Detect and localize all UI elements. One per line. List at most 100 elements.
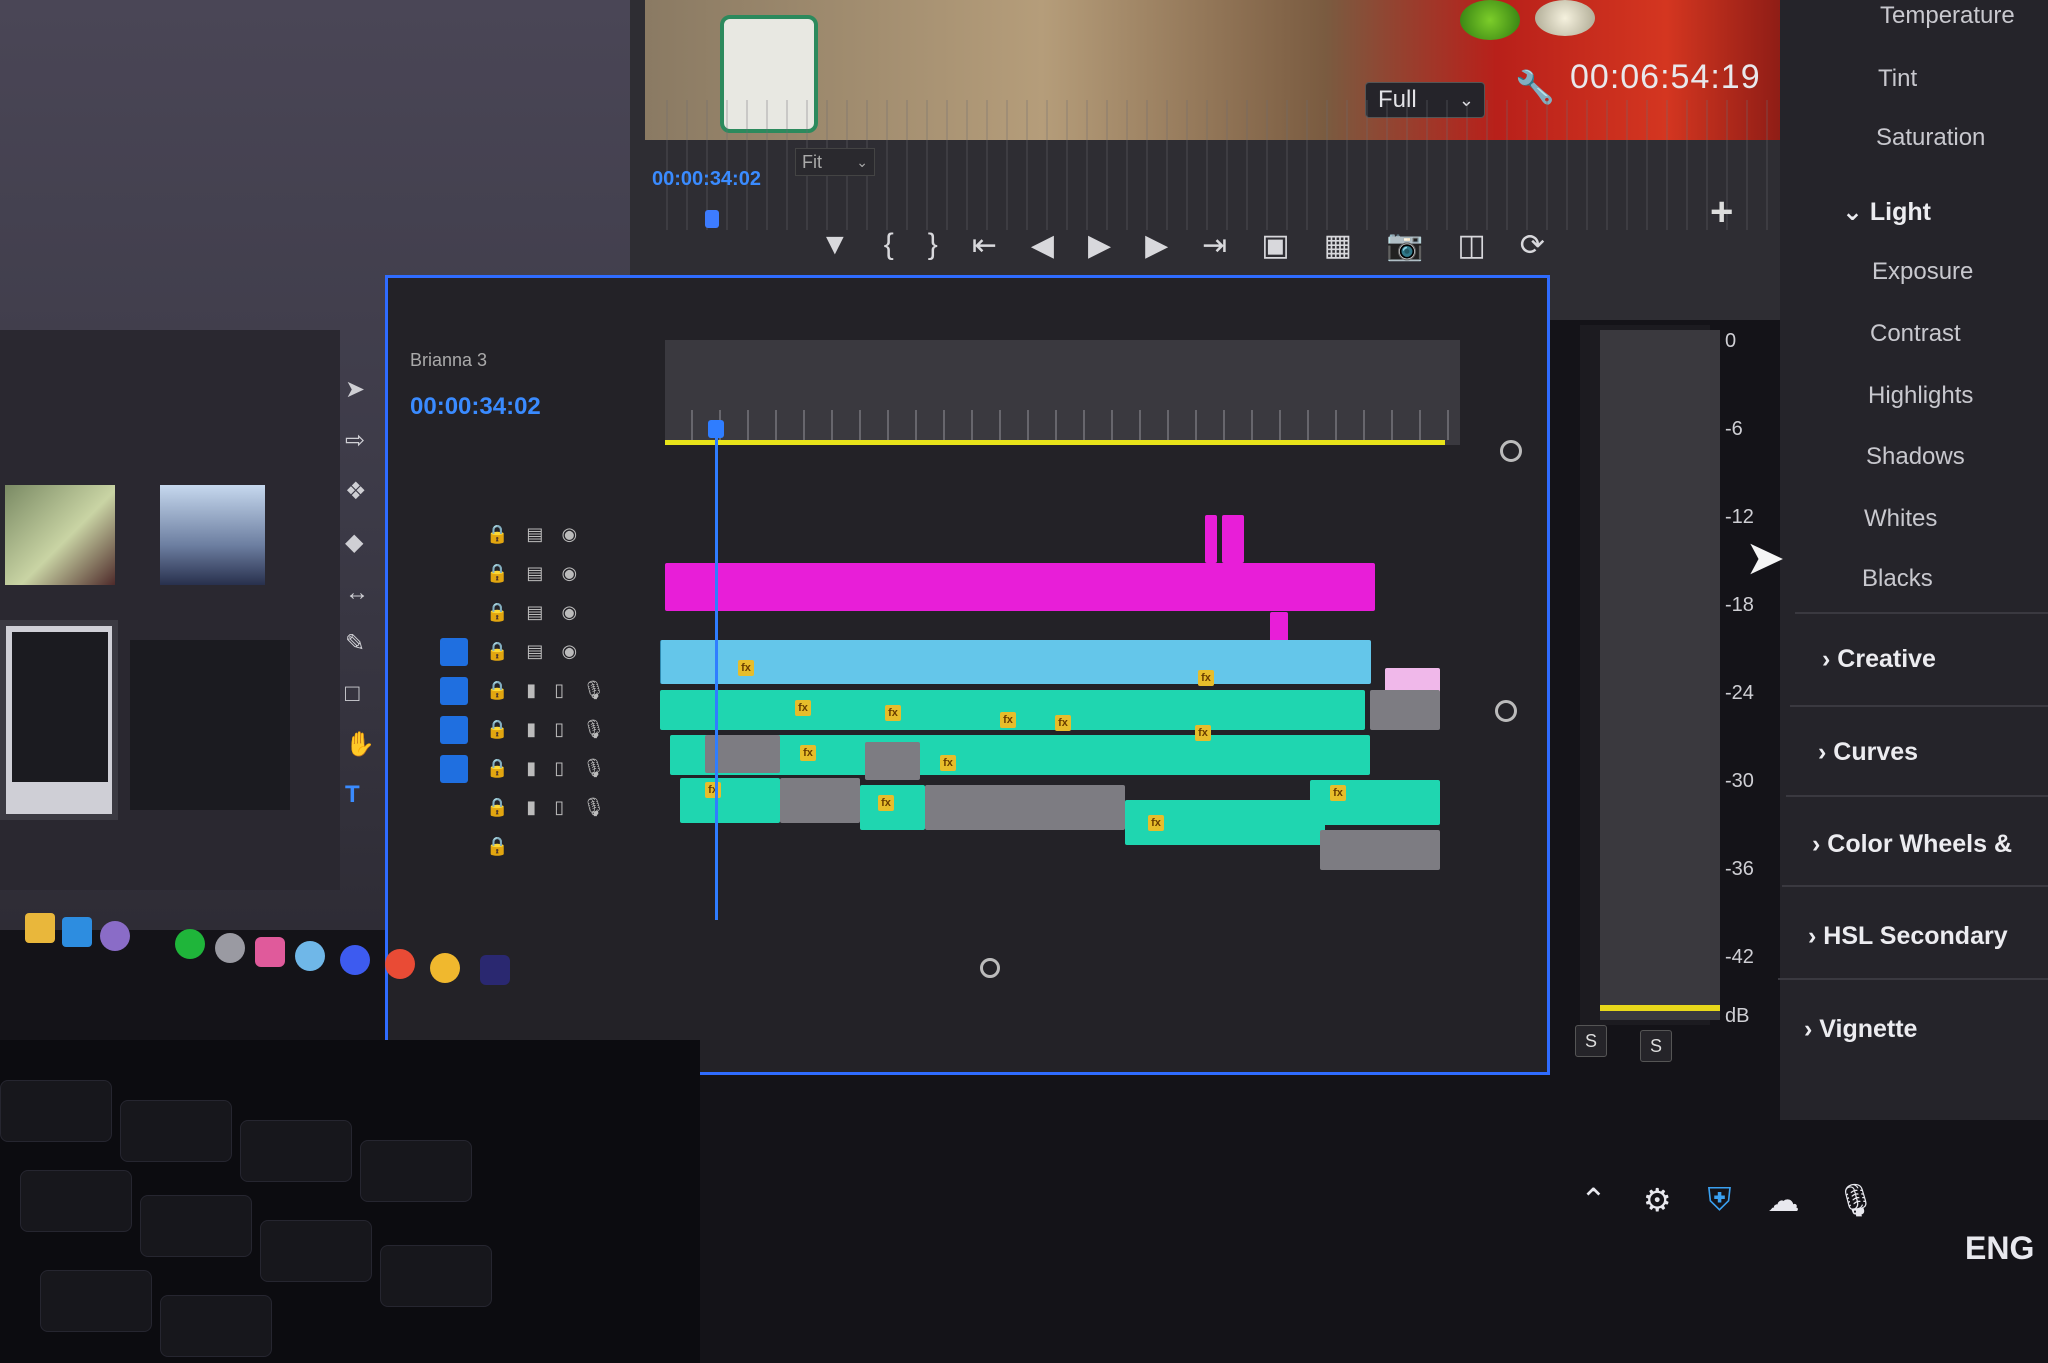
work-area-bar[interactable] [665,440,1445,445]
add-marker-icon[interactable]: ▼ [820,228,850,262]
compare-icon[interactable]: ◫ [1457,228,1485,263]
add-icon[interactable]: + [1710,190,1733,235]
eye-icon[interactable]: ◉ [561,602,577,623]
sequence-timecode[interactable]: 00:00:34:02 [410,393,541,421]
lumetri-color-wheels-section[interactable]: › Color Wheels & [1812,830,2012,859]
step-forward-icon[interactable]: ▶ [1145,228,1168,263]
file-explorer-icon[interactable] [25,913,55,943]
zoom-level-select[interactable]: Fit ⌄ [795,148,875,176]
track-select-icon[interactable]: ⇨ [345,426,375,455]
microphone-icon[interactable]: 🎙 [582,758,605,779]
scroll-handle[interactable] [1495,700,1517,722]
graphic-clip[interactable] [665,563,1375,611]
lumetri-exposure[interactable]: Exposure [1872,258,1973,286]
sync-icon[interactable]: ▤ [526,602,543,623]
loop-icon[interactable]: ⟳ [1520,228,1545,263]
lumetri-highlights[interactable]: Highlights [1868,382,1973,410]
lock-icon[interactable]: 🔒 [486,524,508,545]
media-thumbnail[interactable] [0,620,118,820]
type-tool-icon[interactable]: T [345,781,375,809]
mute-icon[interactable]: ▮ [526,797,536,818]
lift-icon[interactable]: ▣ [1261,228,1289,263]
steam-icon[interactable] [295,941,325,971]
chrome-icon[interactable] [385,949,415,979]
lumetri-vignette-section[interactable]: › Vignette [1804,1015,1917,1044]
lumetri-saturation[interactable]: Saturation [1876,124,1985,152]
track-header-v4[interactable]: 🔒 ▤ ◉ [420,515,655,554]
mute-icon[interactable]: ▮ [526,680,536,701]
premiere-icon[interactable] [480,955,510,985]
ripple-edit-icon[interactable]: ❖ [345,477,375,506]
security-shield-icon[interactable]: ⛨ [1708,1181,1732,1219]
go-to-out-icon[interactable]: ⇥ [1202,228,1227,263]
chevron-up-icon[interactable]: ⌃ [1580,1181,1607,1219]
slip-icon[interactable]: ↔ [345,579,375,607]
timeline-playhead[interactable] [708,420,724,438]
lumetri-tint[interactable]: Tint [1878,65,1917,93]
video-clip[interactable] [660,640,1371,684]
lumetri-whites[interactable]: Whites [1864,505,1937,533]
track-header-a3[interactable]: 🔒 ▮ ▯ 🎙 [420,749,655,788]
lock-icon[interactable]: 🔒 [486,758,508,779]
lock-icon[interactable]: 🔒 [486,563,508,584]
lock-icon[interactable]: 🔒 [486,836,508,857]
step-back-icon[interactable]: ◀ [1031,228,1054,263]
camera-icon[interactable]: 📷 [1386,228,1423,263]
chrome-icon[interactable] [430,953,460,983]
lumetri-hsl-section[interactable]: › HSL Secondary [1808,922,2008,951]
mail-icon[interactable] [62,917,92,947]
solo-right-button[interactable]: S [1640,1030,1672,1062]
pen-icon[interactable]: ✎ [345,629,375,658]
lumetri-shadows[interactable]: Shadows [1866,443,1965,471]
track-header-a4[interactable]: 🔒 ▮ ▯ 🎙 [420,788,655,827]
lock-icon[interactable]: 🔒 [486,602,508,623]
lock-icon[interactable]: 🔒 [486,641,508,662]
lumetri-blacks[interactable]: Blacks [1862,565,1933,593]
sync-icon[interactable]: ▤ [526,524,543,545]
solo-icon[interactable]: ▯ [554,719,564,740]
app-icon[interactable] [255,937,285,967]
hand-icon[interactable]: ✋ [345,730,375,759]
microphone-icon[interactable]: 🎙 [582,680,605,701]
track-header-v3[interactable]: 🔒 ▤ ◉ [420,554,655,593]
track-header-mix[interactable]: 🔒 [420,827,655,866]
language-indicator[interactable]: ENG [1965,1230,2034,1267]
microphone-icon[interactable]: 🎙 [582,719,605,740]
solo-left-button[interactable]: S [1575,1025,1607,1057]
track-header-v1[interactable]: 🔒 ▤ ◉ [420,632,655,671]
solo-icon[interactable]: ▯ [554,797,564,818]
lumetri-temperature[interactable]: Temperature [1880,2,2015,30]
graphic-clip[interactable] [1222,515,1244,563]
track-header-v2[interactable]: 🔒 ▤ ◉ [420,593,655,632]
go-to-in-icon[interactable]: ⇤ [972,228,997,263]
selection-tool-icon[interactable]: ➤ [345,375,375,404]
scroll-handle[interactable] [1500,440,1522,462]
sequence-tab[interactable]: Brianna 3 [410,350,487,371]
cloud-icon[interactable]: ☁ [1768,1181,1800,1219]
lumetri-light-section[interactable]: ⌄ Light [1842,197,1931,227]
lock-icon[interactable]: 🔒 [486,719,508,740]
mute-icon[interactable]: ▮ [526,758,536,779]
timeline-playhead-line[interactable] [715,420,718,920]
eye-icon[interactable]: ◉ [561,641,577,662]
eye-icon[interactable]: ◉ [561,563,577,584]
track-header-a2[interactable]: 🔒 ▮ ▯ 🎙 [420,710,655,749]
app-icon[interactable] [100,921,130,951]
lumetri-creative-section[interactable]: › Creative [1822,645,1936,674]
track-header-a1[interactable]: 🔒 ▮ ▯ 🎙 [420,671,655,710]
media-thumbnail[interactable] [5,485,115,585]
media-thumbnail[interactable] [160,485,265,585]
zoom-scroll-handle[interactable] [980,958,1000,978]
sync-icon[interactable]: ▤ [526,641,543,662]
steam-tray-icon[interactable]: ⚙ [1643,1181,1672,1219]
eye-icon[interactable]: ◉ [561,524,577,545]
playhead-timecode[interactable]: 00:00:34:02 [652,168,761,191]
app-icon[interactable] [340,945,370,975]
mute-icon[interactable]: ▮ [526,719,536,740]
audio-clip[interactable] [680,778,780,823]
lock-icon[interactable]: 🔒 [486,797,508,818]
media-thumbnail[interactable] [130,640,290,810]
rectangle-icon[interactable]: □ [345,680,375,708]
spotify-icon[interactable] [175,929,205,959]
sync-icon[interactable]: ▤ [526,563,543,584]
